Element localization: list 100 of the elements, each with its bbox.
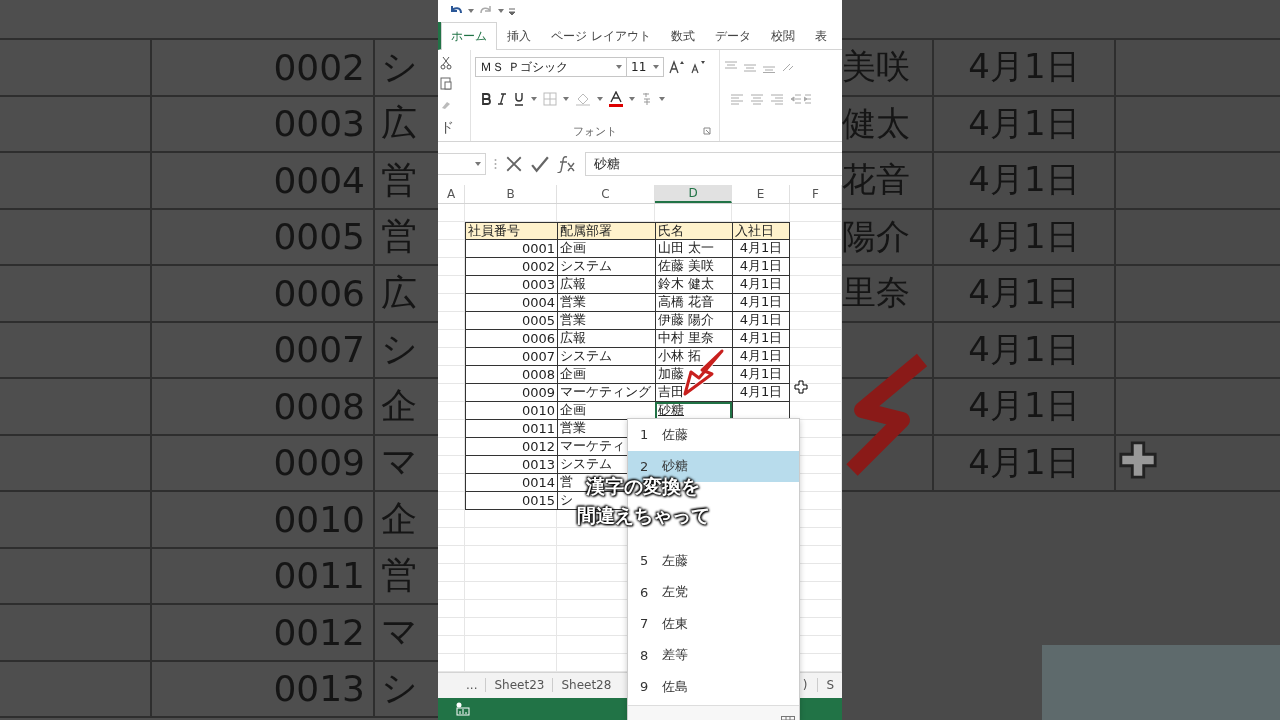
table-cell: 0007	[465, 347, 557, 366]
font-color-icon[interactable]	[609, 91, 623, 108]
backdrop-text: 営	[381, 553, 417, 598]
candidate-item[interactable]: 6 左党	[628, 576, 799, 608]
backdrop-text: 広	[381, 270, 417, 315]
table-cell: 4月1日	[732, 239, 790, 258]
caret-icon[interactable]	[616, 65, 622, 70]
indent-icon[interactable]	[790, 93, 814, 106]
table-cell: 企画	[557, 365, 655, 384]
sheet-tab[interactable]: Sheet23	[485, 678, 553, 693]
grid-cell	[438, 365, 465, 384]
table-cell: システム	[557, 347, 655, 366]
column-header[interactable]: E	[732, 184, 790, 203]
ribbon-tab[interactable]: ホーム	[441, 22, 497, 51]
function-icon[interactable]	[557, 155, 577, 174]
caret-icon[interactable]	[563, 97, 569, 102]
table-cell: 鈴木 健太	[655, 275, 732, 294]
column-header[interactable]: A	[438, 184, 465, 203]
orientation-icon[interactable]	[781, 61, 795, 74]
caret-icon[interactable]	[475, 162, 481, 167]
table-cell: 広報	[557, 329, 655, 348]
grid-cell	[438, 293, 465, 312]
dialog-launcher-icon[interactable]	[703, 127, 711, 136]
grid-cell	[438, 563, 465, 582]
caret-icon[interactable]	[659, 97, 665, 102]
cross-cursor-icon	[1118, 440, 1158, 480]
underline-icon[interactable]	[513, 92, 525, 107]
ribbon-tab[interactable]: 校閲	[760, 22, 805, 51]
fill-color-icon[interactable]	[575, 92, 591, 107]
grid-cell	[438, 455, 465, 474]
backdrop-text: 営	[381, 214, 417, 259]
table-cell: 0003	[465, 275, 557, 294]
shrink-font-icon[interactable]	[690, 60, 706, 75]
grow-font-icon[interactable]	[669, 60, 685, 75]
scissors-icon[interactable]	[440, 56, 452, 71]
table-cell: 中村 里奈	[655, 329, 732, 348]
ribbon-tab[interactable]: データ	[704, 22, 761, 51]
ribbon-tab[interactable]: 挿入	[497, 22, 541, 51]
caret-icon[interactable]	[531, 97, 537, 102]
table-cell: 0010	[465, 401, 557, 420]
caret-icon[interactable]	[653, 65, 659, 70]
table-cell: 0002	[465, 257, 557, 276]
table-cell: 0013	[465, 455, 557, 474]
backdrop-text: マ	[381, 609, 418, 654]
bold-icon[interactable]	[481, 93, 491, 106]
backdrop-text: 企	[381, 383, 417, 428]
cancel-icon[interactable]	[505, 155, 523, 174]
grid-cell	[438, 635, 465, 654]
sheet-tab[interactable]: )	[800, 678, 818, 693]
table-cell: 4月1日	[732, 275, 790, 294]
backdrop-text: 0005	[273, 216, 365, 258]
grid-cell	[438, 329, 465, 348]
backdrop-text: 広	[381, 101, 417, 146]
column-header[interactable]: D	[655, 184, 732, 203]
table-cell: 4月1日	[732, 311, 790, 330]
candidate-item[interactable]: 5 左藤	[628, 545, 799, 577]
enter-icon[interactable]	[531, 155, 549, 174]
table-cell: 広報	[557, 275, 655, 294]
cross-cursor-icon	[794, 380, 808, 394]
column-header[interactable]: B	[465, 184, 557, 203]
candidate-item[interactable]: 8 差等	[628, 639, 799, 671]
grid-cell	[438, 239, 465, 258]
table-cell: 高橋 花音	[655, 293, 732, 312]
cell-input[interactable]: 砂糖	[655, 401, 732, 420]
table-cell: 4月1日	[732, 293, 790, 312]
backdrop-text: マ	[381, 440, 418, 485]
ribbon-tab[interactable]: 数式	[660, 22, 705, 51]
table-cell: システム	[557, 257, 655, 276]
caret-icon[interactable]	[597, 97, 603, 102]
table-cell: 小林 拓	[655, 347, 732, 366]
italic-icon[interactable]	[497, 93, 507, 106]
caret-icon[interactable]	[468, 8, 474, 13]
table-cell: 4月1日	[732, 329, 790, 348]
sheet-overflow[interactable]: ...	[458, 678, 486, 693]
paste-icon[interactable]	[440, 76, 452, 91]
macro-icon[interactable]	[456, 702, 470, 717]
table-cell: 4月1日	[732, 257, 790, 276]
backdrop-text: シ	[381, 327, 418, 372]
backdrop-text: シ	[381, 44, 418, 89]
customize-icon[interactable]	[508, 6, 516, 15]
grid-cell	[438, 437, 465, 456]
ribbon-tab[interactable]: 表	[804, 22, 837, 51]
table-cell: 企画	[557, 239, 655, 258]
grid-cell	[438, 473, 465, 492]
candidate-item[interactable]: 7 佐東	[628, 608, 799, 640]
font-name-field[interactable]: ＭＳ Ｐゴシック	[475, 57, 627, 78]
backdrop-text: 企	[381, 496, 417, 541]
sheet-tab[interactable]: Sheet28	[552, 678, 620, 693]
table-cell: 山田 太一	[655, 239, 732, 258]
caret-icon[interactable]	[629, 97, 635, 102]
grid-cell	[438, 527, 465, 546]
caret-icon[interactable]	[498, 8, 504, 13]
formula-field[interactable]: 砂糖	[585, 152, 842, 177]
candidate-item[interactable]: 9 佐島	[628, 671, 799, 703]
backdrop-text: 0006	[273, 272, 365, 314]
backdrop-text: 0009	[273, 442, 365, 484]
font-size-field[interactable]: 11	[626, 57, 664, 78]
ribbon-tab[interactable]: ページ レイアウト	[541, 22, 661, 51]
table-cell: 0006	[465, 329, 557, 348]
grip-icon	[494, 158, 497, 171]
